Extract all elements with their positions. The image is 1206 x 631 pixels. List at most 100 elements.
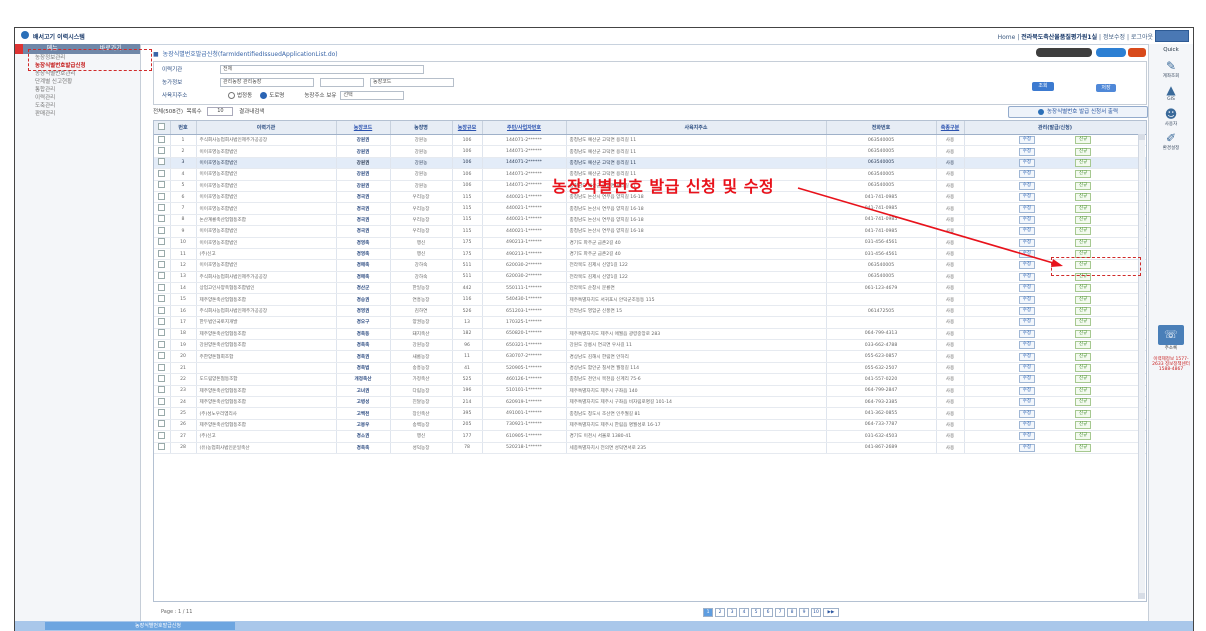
edit-button[interactable]: 수정 bbox=[1018, 318, 1035, 327]
issue-button[interactable]: 신규 bbox=[1075, 364, 1092, 372]
issue-button[interactable]: 신규 bbox=[1075, 398, 1092, 407]
row-checkbox[interactable] bbox=[158, 340, 166, 348]
row-checkbox[interactable] bbox=[158, 420, 166, 428]
column-header-5[interactable]: 농장규모 bbox=[452, 121, 483, 135]
edit-button[interactable]: 수정 bbox=[1018, 272, 1035, 281]
search-within-results[interactable]: 결과내검색 bbox=[239, 109, 264, 115]
taskbar-tab[interactable]: 농장식별번호발급신청 bbox=[45, 622, 235, 630]
window-controls[interactable] bbox=[1155, 30, 1189, 42]
search-button[interactable]: 조회 bbox=[1032, 82, 1054, 91]
edit-button[interactable]: 수정 bbox=[1018, 420, 1035, 429]
issue-button[interactable]: 신규 bbox=[1075, 181, 1092, 190]
issue-button[interactable]: 신규 bbox=[1075, 227, 1092, 236]
row-checkbox[interactable] bbox=[158, 238, 166, 246]
column-header-9[interactable]: 축종구분 bbox=[936, 121, 965, 135]
issue-button[interactable]: 신규 bbox=[1075, 329, 1092, 338]
page-link[interactable]: 9 bbox=[799, 608, 809, 617]
row-checkbox[interactable] bbox=[158, 272, 166, 280]
row-checkbox[interactable] bbox=[158, 443, 166, 451]
row-checkbox[interactable] bbox=[158, 226, 166, 234]
sidebar-item-5[interactable]: 이력관리 bbox=[15, 94, 140, 102]
table-row[interactable]: 20 주한양돈협회조합 경축권 새롬농장 11 630707-2****** 경상남도 김해… bbox=[154, 350, 1146, 363]
edit-button[interactable]: 수정 bbox=[1018, 386, 1035, 395]
table-row[interactable]: 10 이이호영농조합법인 경영축 행신 175 490213-1****** 경기도 파주군… bbox=[154, 237, 1146, 249]
issue-button[interactable]: 신규 bbox=[1075, 238, 1092, 247]
quick-item-settings[interactable]: ✐ 환경설정 bbox=[1149, 131, 1193, 155]
table-row[interactable]: 15 제주양돈축산업협동조합 경승권 연흥농장 116 540430-1****** 제주특… bbox=[154, 293, 1146, 306]
org-select[interactable]: 전체 bbox=[220, 64, 424, 74]
quick-item-user[interactable]: ☻ 사용자 bbox=[1149, 107, 1193, 131]
row-checkbox[interactable] bbox=[158, 295, 166, 303]
table-row[interactable]: 23 제주양돈축산업협동조합 고녀권 다림농장 196 510101-1****** 제주특… bbox=[154, 385, 1146, 398]
radio-road-address[interactable] bbox=[260, 91, 268, 99]
table-row[interactable]: 2 이이호영농조합법인 강원권 강원농 106 144071-2****** 충청남도 예산… bbox=[154, 145, 1146, 158]
per-page-select[interactable]: 10 bbox=[207, 107, 234, 116]
issue-button[interactable]: 신규 bbox=[1075, 204, 1092, 213]
row-checkbox[interactable] bbox=[158, 147, 166, 155]
page-link[interactable]: 4 bbox=[739, 608, 749, 617]
edit-button[interactable]: 수정 bbox=[1018, 432, 1035, 441]
row-checkbox[interactable] bbox=[158, 249, 166, 257]
edit-button[interactable]: 수정 bbox=[1018, 227, 1035, 236]
row-checkbox[interactable] bbox=[158, 317, 166, 325]
row-checkbox[interactable] bbox=[158, 135, 166, 143]
profile-link[interactable]: 정보수정 bbox=[1103, 34, 1125, 41]
column-header-3[interactable]: 농장코드 bbox=[336, 121, 391, 135]
edit-button[interactable]: 수정 bbox=[1018, 181, 1035, 190]
row-checkbox[interactable] bbox=[158, 204, 166, 212]
edit-button[interactable]: 수정 bbox=[1018, 352, 1035, 361]
addr-select[interactable]: 선택 bbox=[340, 90, 405, 100]
sidebar-item-3[interactable]: 단계별 신고현황 bbox=[15, 78, 140, 86]
edit-button[interactable]: 수정 bbox=[1018, 341, 1035, 350]
issue-button[interactable]: 신규 bbox=[1075, 193, 1092, 202]
page-link[interactable]: 6 bbox=[763, 608, 773, 617]
table-row[interactable]: 7 이이호영농조합법인 경국권 우리농장 115 440021-1****** 충청남도 논… bbox=[154, 202, 1146, 215]
edit-button[interactable]: 수정 bbox=[1018, 443, 1035, 452]
page-link[interactable]: 8 bbox=[787, 608, 797, 617]
save-button[interactable]: 저장 bbox=[1096, 84, 1116, 92]
edit-button[interactable]: 수정 bbox=[1018, 364, 1035, 372]
table-row[interactable]: 12 이이호영농조합법인 경매축 강하숙 511 620030-2****** 전라북도 김… bbox=[154, 259, 1146, 272]
table-row[interactable]: 3 이이호영농조합법인 강원권 강원농 106 144071-2****** 충청남도 예산… bbox=[154, 157, 1146, 170]
row-checkbox[interactable] bbox=[158, 158, 166, 166]
quick-item-gis[interactable]: ▲ GIS bbox=[1149, 83, 1193, 107]
issue-button[interactable]: 신규 bbox=[1075, 432, 1092, 441]
issue-button[interactable]: 신규 bbox=[1075, 170, 1092, 179]
row-checkbox[interactable] bbox=[158, 352, 166, 360]
edit-button[interactable]: 수정 bbox=[1018, 307, 1035, 316]
edit-button[interactable]: 수정 bbox=[1018, 147, 1035, 156]
table-row[interactable]: 19 강원양돈축산업협동조합 경축축 강원농장 96 650321-1****** 강원도 … bbox=[154, 339, 1146, 352]
table-row[interactable]: 8 논산계룡축산업협동조합 경국권 우리농장 115 440021-1****** 충청남도… bbox=[154, 214, 1146, 227]
issue-button[interactable]: 신규 bbox=[1075, 375, 1092, 384]
row-checkbox[interactable] bbox=[158, 431, 166, 439]
issue-button[interactable]: 신규 bbox=[1075, 352, 1092, 361]
table-row[interactable]: 22 도드림양돈협동조합 개정축산 가정축산 525 460126-1****** 충청남도… bbox=[154, 373, 1146, 386]
sidebar-item-4[interactable]: 통합관리 bbox=[15, 86, 140, 94]
radio-lot-address[interactable] bbox=[228, 91, 235, 99]
scroll-down-icon[interactable] bbox=[1139, 593, 1145, 599]
farm-code-select[interactable]: 농장코드 bbox=[370, 77, 454, 87]
table-row[interactable]: 11 (주)신고 경영축 행신 175 490213-1****** 경기도 파주군 금촌2… bbox=[154, 248, 1146, 261]
issue-button[interactable]: 신규 bbox=[1075, 409, 1092, 418]
table-row[interactable]: 14 상업고인사양축협동조합법인 경산군 한일농장 442 550111-1****** 전… bbox=[154, 282, 1146, 295]
edit-button[interactable]: 수정 bbox=[1018, 170, 1035, 179]
table-row[interactable]: 1 주식회사농업회사법인제주가공공장 강원권 강원농 106 144071-2******… bbox=[154, 134, 1146, 147]
select-all-checkbox[interactable] bbox=[158, 123, 166, 130]
edit-button[interactable]: 수정 bbox=[1018, 250, 1035, 259]
page-link[interactable]: 3 bbox=[727, 608, 737, 617]
close-tab-button[interactable] bbox=[1128, 48, 1146, 57]
collapse-arrow-icon[interactable] bbox=[15, 44, 23, 54]
row-checkbox[interactable] bbox=[158, 181, 166, 189]
edit-button[interactable]: 수정 bbox=[1018, 284, 1035, 293]
quick-item-account[interactable]: ✎ 계좌조회 bbox=[1149, 59, 1193, 83]
issue-button[interactable]: 신규 bbox=[1075, 215, 1092, 224]
table-row[interactable]: 26 제주양돈축산업협동조합 고봉우 송백농장 205 730921-1****** 제주특… bbox=[154, 419, 1146, 432]
row-checkbox[interactable] bbox=[158, 386, 166, 394]
issue-button[interactable]: 신규 bbox=[1075, 307, 1092, 316]
farm-type-select[interactable]: 관리농장 관리농장 bbox=[220, 77, 314, 87]
row-checkbox[interactable] bbox=[158, 169, 166, 177]
table-row[interactable]: 13 주식회사농업회사법인제주가공공장 경매축 강하숙 511 620030-2*****… bbox=[154, 271, 1146, 284]
help-button[interactable] bbox=[1096, 48, 1126, 57]
table-scrollbar[interactable] bbox=[1138, 134, 1145, 599]
issue-button[interactable]: 신규 bbox=[1075, 147, 1092, 156]
